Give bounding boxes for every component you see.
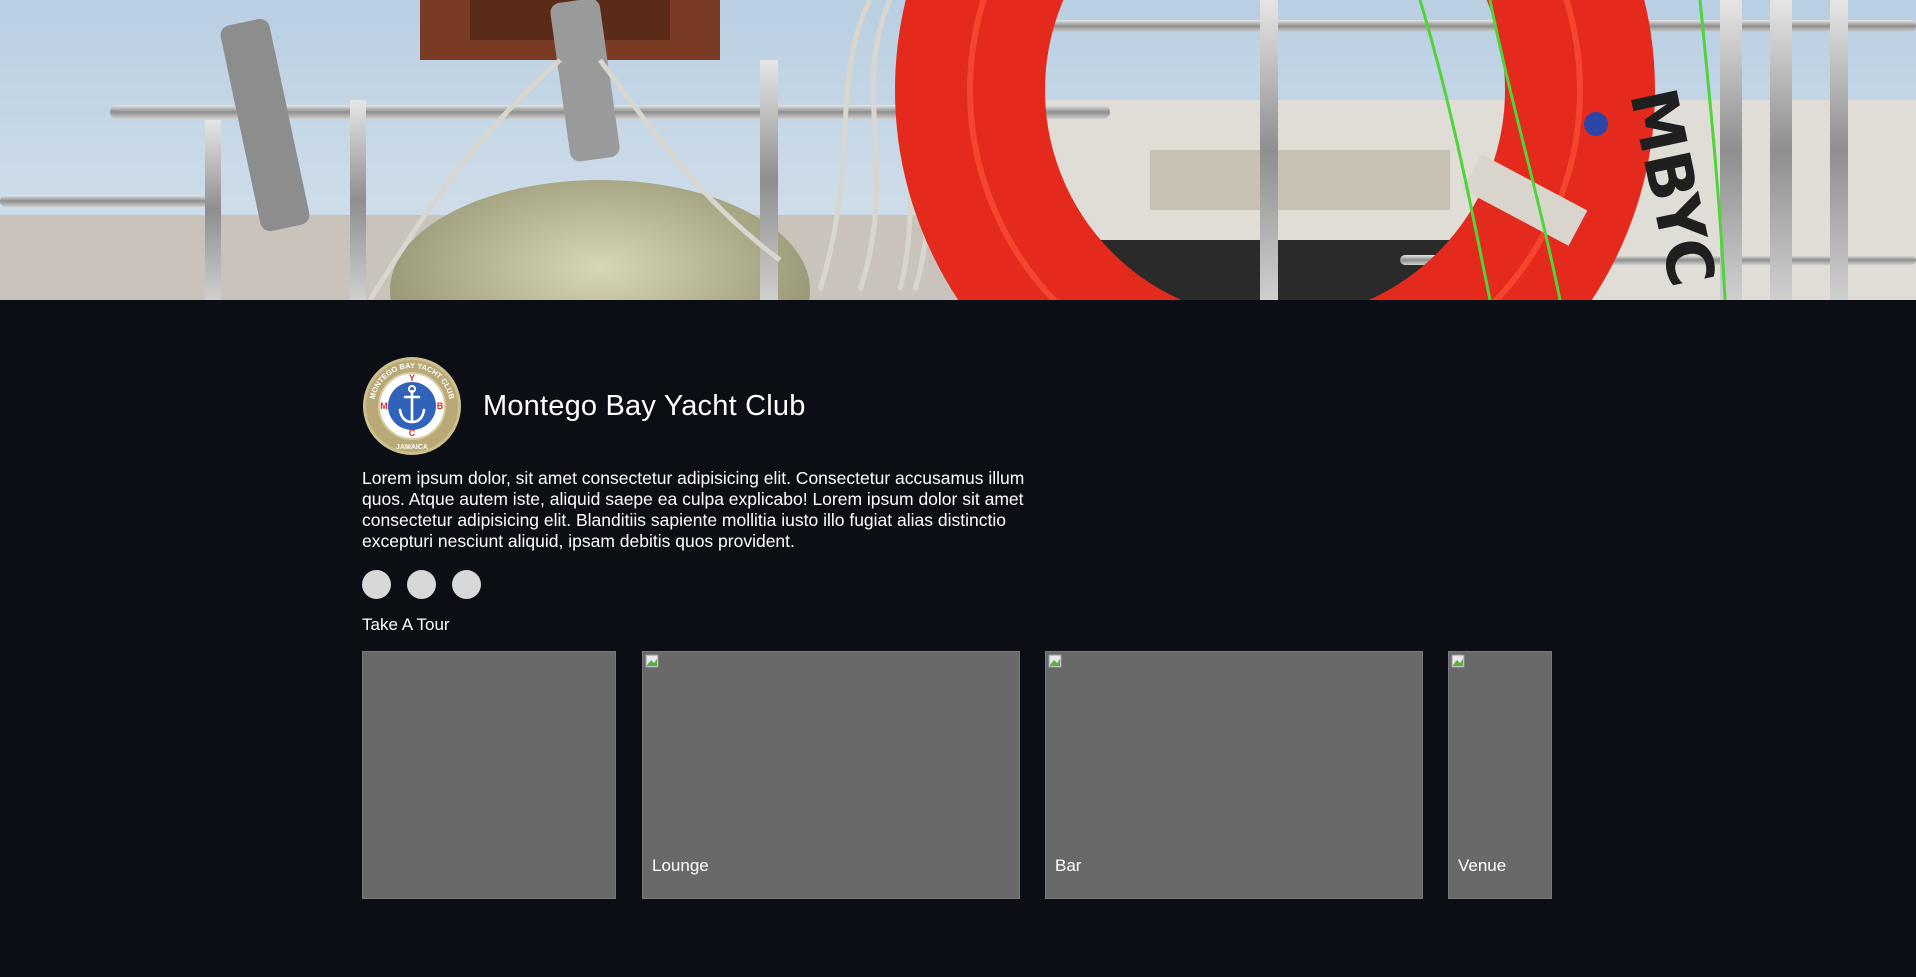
tour-card-label: Bar [1055,855,1082,875]
tour-card-lounge[interactable]: Lounge [642,650,1020,899]
social-icon-3[interactable] [452,569,481,599]
club-logo[interactable]: Y M B C MONTEGO BAY YACHT CLUB JAMAICA [362,356,462,456]
main-content: Y M B C MONTEGO BAY YACHT CLUB JAMAICA M… [362,356,1552,901]
hero-boat-photo: MBYC 303 [0,0,1916,300]
broken-image-icon [1451,654,1465,667]
tour-card-bar[interactable]: Bar [1045,650,1423,899]
social-icon-2[interactable] [407,569,436,599]
logo-letter-m: M [380,401,388,411]
tour-card-label: Lounge [652,855,709,875]
tour-cards: Lounge Bar Venue [362,650,1552,901]
anchor-logo-icon: Y M B C MONTEGO BAY YACHT CLUB JAMAICA [363,357,461,455]
logo-letter-c: C [409,428,416,438]
club-brand: Y M B C MONTEGO BAY YACHT CLUB JAMAICA M… [362,356,1552,456]
social-icon-1[interactable] [362,569,391,599]
broken-image-icon [645,654,659,667]
take-a-tour-label: Take A Tour [362,614,450,634]
tour-card-venue[interactable]: Venue [1448,650,1552,899]
logo-letter-b: B [437,401,444,411]
hero-image: MBYC 303 [0,0,1916,300]
logo-letter-y: Y [409,373,415,383]
tour-card-label: Venue [1458,855,1507,875]
broken-image-icon [1048,654,1062,667]
club-description: Lorem ipsum dolor, sit amet consectetur … [362,468,1025,551]
social-links [362,569,1552,599]
logo-bottom-text: JAMAICA [396,444,428,451]
tour-card-1[interactable] [362,650,616,899]
club-title: Montego Bay Yacht Club [483,389,806,422]
